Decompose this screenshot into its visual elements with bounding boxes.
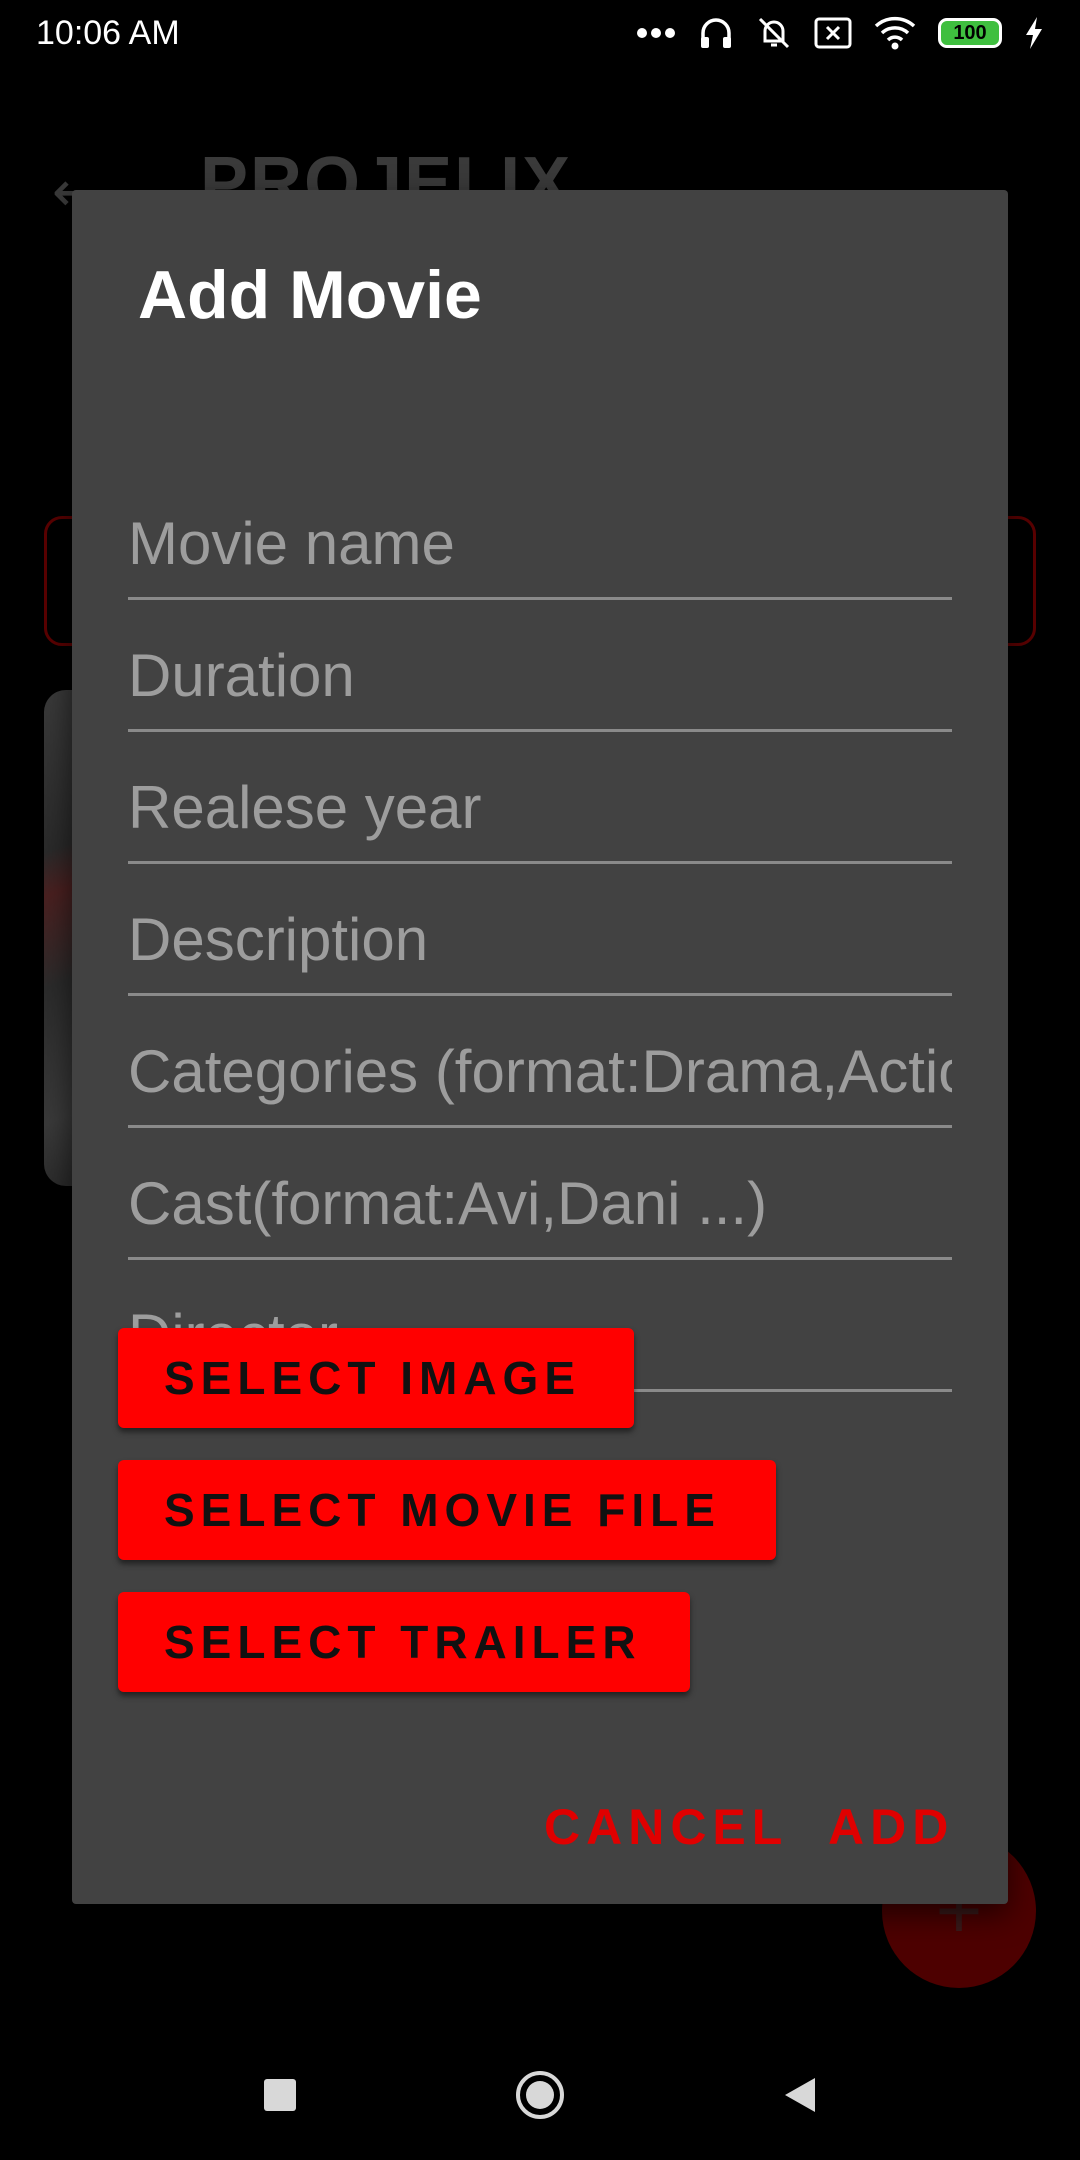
navigation-bar [0, 2030, 1080, 2160]
cast-field[interactable] [128, 1160, 952, 1260]
headset-icon [698, 15, 734, 51]
add-button[interactable]: ADD [828, 1798, 954, 1856]
duration-field[interactable] [128, 632, 952, 732]
wifi-icon [874, 16, 916, 50]
status-icons: 100 [636, 15, 1044, 51]
battery-icon: 100 [938, 18, 1002, 48]
status-bar: 10:06 AM 100 [0, 0, 1080, 66]
recents-square-icon[interactable] [235, 2050, 325, 2140]
cancel-button[interactable]: CANCEL [544, 1798, 788, 1856]
movie-name-input[interactable] [128, 501, 952, 585]
sim-x-icon [814, 17, 852, 49]
description-field[interactable] [128, 896, 952, 996]
home-circle-icon[interactable] [495, 2050, 585, 2140]
bell-off-icon [756, 15, 792, 51]
select-image-button[interactable]: SELECT IMAGE [118, 1328, 634, 1428]
categories-input[interactable] [128, 1029, 952, 1113]
release-year-field[interactable] [128, 764, 952, 864]
add-movie-dialog: Add Movie SELECT IMAGE SELECT MOVIE FILE… [72, 190, 1008, 1904]
description-input[interactable] [128, 897, 952, 981]
movie-name-field[interactable] [128, 500, 952, 600]
back-triangle-icon[interactable] [755, 2050, 845, 2140]
dialog-title: Add Movie [138, 257, 482, 333]
more-dots-icon [636, 27, 676, 39]
release-year-input[interactable] [128, 765, 952, 849]
status-time: 10:06 AM [36, 13, 180, 52]
screen: ← PROJELIX + 10:06 AM 100 [0, 0, 1080, 2160]
duration-input[interactable] [128, 633, 952, 717]
select-trailer-button[interactable]: SELECT TRAILER [118, 1592, 690, 1692]
categories-field[interactable] [128, 1028, 952, 1128]
select-movie-file-button[interactable]: SELECT MOVIE FILE [118, 1460, 776, 1560]
charging-icon [1024, 16, 1044, 50]
cast-input[interactable] [128, 1161, 952, 1245]
